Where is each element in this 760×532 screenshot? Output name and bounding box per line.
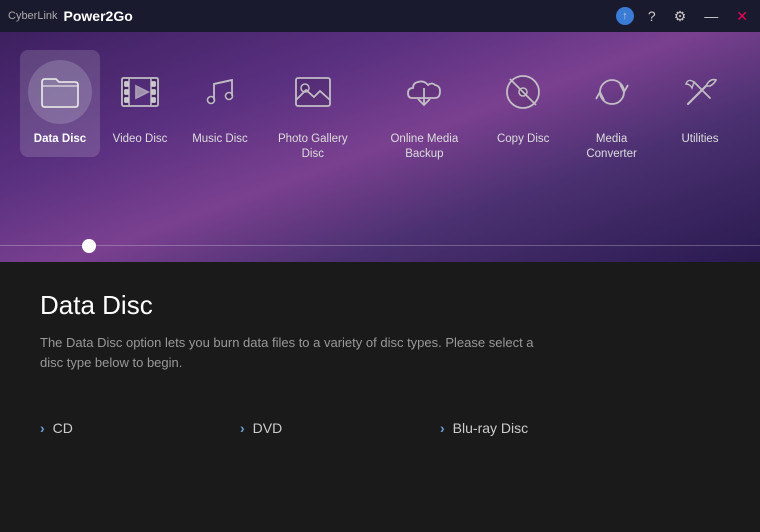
minimize-button[interactable]: —: [700, 6, 722, 26]
settings-button[interactable]: ⚙: [670, 6, 691, 27]
indicator-line: [0, 245, 760, 246]
cd-chevron-icon: ›: [40, 420, 45, 436]
online-backup-icon: [392, 60, 456, 124]
disc-options: › CD › DVD › Blu-ray Disc: [40, 412, 720, 444]
indicator-area: [0, 222, 760, 262]
menu-item-video-disc[interactable]: Video Disc: [100, 50, 180, 157]
menu-item-media-converter[interactable]: Media Converter: [563, 50, 660, 172]
menu-item-copy-disc[interactable]: Copy Disc: [483, 50, 563, 157]
help-button[interactable]: ?: [644, 6, 660, 26]
title-bar-left: CyberLink Power2Go: [8, 8, 133, 24]
music-disc-label: Music Disc: [192, 132, 248, 147]
copy-disc-icon: [491, 60, 555, 124]
dvd-label: DVD: [253, 420, 283, 436]
online-backup-label: Online Media Backup: [378, 132, 472, 162]
menu-row: Data Disc: [0, 32, 760, 172]
bluray-chevron-icon: ›: [440, 420, 445, 436]
close-button[interactable]: ✕: [732, 6, 752, 27]
utilities-icon: [668, 60, 732, 124]
media-converter-label: Media Converter: [575, 132, 648, 162]
video-disc-label: Video Disc: [113, 132, 168, 147]
utilities-label: Utilities: [681, 132, 718, 147]
dvd-option[interactable]: › DVD: [240, 412, 440, 444]
menu-item-utilities[interactable]: Utilities: [660, 50, 740, 157]
data-disc-icon: [28, 60, 92, 124]
music-disc-icon: [188, 60, 252, 124]
brand-label: CyberLink: [8, 10, 58, 22]
menu-item-photo-gallery[interactable]: Photo Gallery Disc: [260, 50, 366, 172]
section-title: Data Disc: [40, 290, 720, 321]
data-disc-label: Data Disc: [34, 132, 86, 147]
app-name-label: Power2Go: [64, 8, 133, 24]
menu-item-online-backup[interactable]: Online Media Backup: [366, 50, 484, 172]
bluray-option[interactable]: › Blu-ray Disc: [440, 412, 640, 444]
cd-label: CD: [53, 420, 73, 436]
dvd-chevron-icon: ›: [240, 420, 245, 436]
menu-item-music-disc[interactable]: Music Disc: [180, 50, 260, 157]
cd-option[interactable]: › CD: [40, 412, 240, 444]
media-converter-icon: [580, 60, 644, 124]
menu-item-data-disc[interactable]: Data Disc: [20, 50, 100, 157]
bluray-label: Blu-ray Disc: [453, 420, 528, 436]
title-bar: CyberLink Power2Go ↑ ? ⚙ — ✕: [0, 0, 760, 32]
photo-gallery-icon: [281, 60, 345, 124]
top-section: Data Disc: [0, 32, 760, 262]
update-button[interactable]: ↑: [616, 7, 634, 25]
bottom-section: Data Disc The Data Disc option lets you …: [0, 262, 760, 532]
section-description: The Data Disc option lets you burn data …: [40, 333, 560, 372]
title-bar-controls: ↑ ? ⚙ — ✕: [616, 6, 752, 27]
indicator-dot: [82, 239, 96, 253]
photo-gallery-label: Photo Gallery Disc: [272, 132, 354, 162]
video-disc-icon: [108, 60, 172, 124]
copy-disc-label: Copy Disc: [497, 132, 549, 147]
